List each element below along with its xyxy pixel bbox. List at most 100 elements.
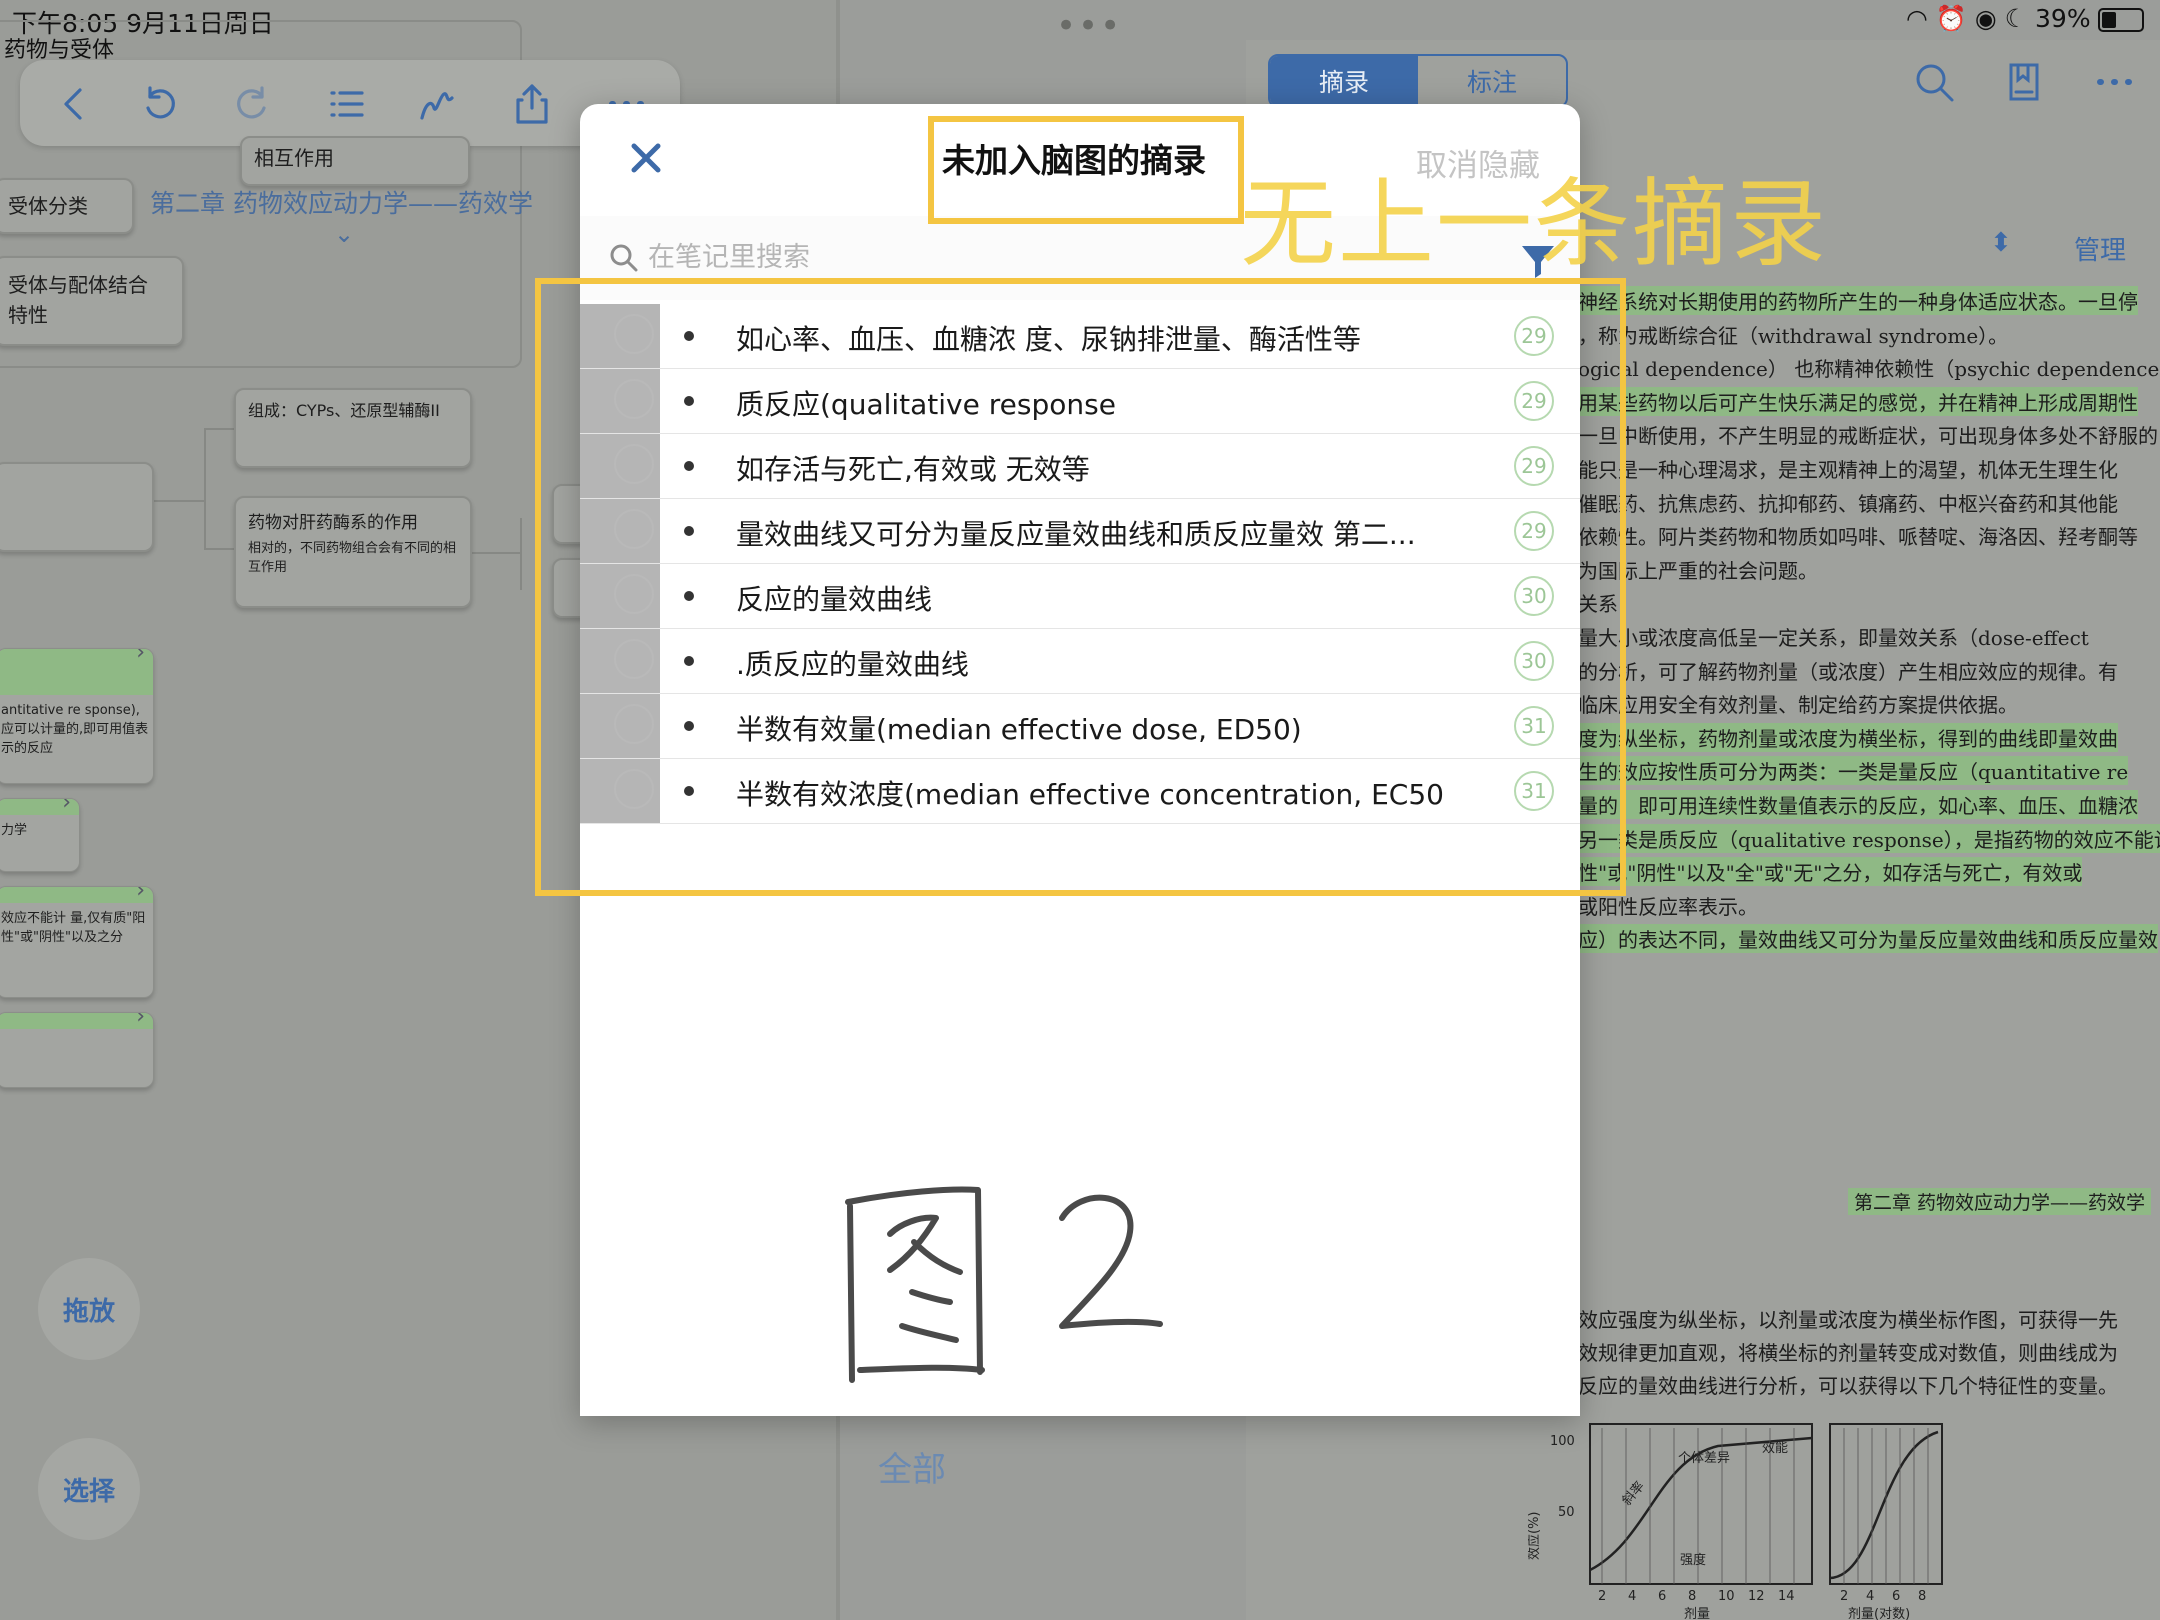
pdf-text-line[interactable]: 神经系统对长期使用的药物所产生的一种身体适应状态。一旦停 bbox=[1578, 286, 2138, 315]
pdf-text-line[interactable]: 催眠药、抗焦虑药、抗抑郁药、镇痛药、中枢兴奋药和其他能 bbox=[1578, 488, 2118, 517]
mindmap-node-empty[interactable] bbox=[0, 462, 154, 552]
graph-label-slope: 斜率 bbox=[1619, 1478, 1648, 1508]
more-icon[interactable] bbox=[2092, 60, 2136, 104]
graph-label-potency: 强度 bbox=[1680, 1552, 1706, 1568]
manage-button[interactable]: 管理 bbox=[2074, 230, 2126, 267]
node-label: 组成：CYPs、还原型辅酶II bbox=[248, 401, 440, 420]
pdf-text-line[interactable]: 效应强度为纵坐标，以剂量或浓度为横坐标作图，可获得一先 bbox=[1578, 1304, 2118, 1333]
close-icon[interactable] bbox=[624, 136, 668, 180]
mindmap-node-green[interactable] bbox=[0, 1012, 154, 1088]
tab-annotation[interactable]: 标注 bbox=[1418, 56, 1566, 106]
mindmap-node-composition[interactable]: 组成：CYPs、还原型辅酶II bbox=[234, 388, 472, 468]
mindmap-node-liver-enzyme[interactable]: 药物对肝药酶系的作用 相对的，不同药物组合会有不同的相互作用 bbox=[234, 496, 472, 608]
graph-label-efficacy: 效能 bbox=[1762, 1441, 1788, 1456]
all-filter-button[interactable]: 全部 bbox=[878, 1442, 946, 1491]
excerpt-annotation-segment: 摘录 标注 bbox=[1268, 54, 1568, 108]
pdf-text-line[interactable]: 一旦中断使用，不产生明显的戒断症状，可出现身体多处不舒服的 bbox=[1578, 420, 2158, 449]
node-label: 特性 bbox=[8, 303, 48, 327]
connector-line bbox=[204, 428, 206, 550]
connector-line bbox=[150, 500, 204, 502]
pdf-text-line[interactable]: 度为纵坐标，药物剂量或浓度为横坐标，得到的曲线即量效曲 bbox=[1578, 722, 2118, 752]
connector-line bbox=[204, 548, 234, 550]
node-color-bar bbox=[0, 649, 153, 695]
graph-x-ticks: 2 4 6 8 bbox=[1840, 1589, 1926, 1604]
node-note: 相对的，不同药物组合会有不同的相互作用 bbox=[248, 541, 457, 575]
pdf-text-line[interactable]: 应）的表达不同，量效曲线又可分为量反应量效曲线和质反应量效 bbox=[1578, 924, 2158, 954]
connector-line bbox=[470, 552, 522, 554]
pdf-text-line[interactable]: 另一类是质反应（qualitative response），是指药物的效应不能计 bbox=[1578, 823, 2160, 853]
graph-x-tick: 2 bbox=[1840, 1589, 1848, 1604]
graph-x-tick: 6 bbox=[1658, 1589, 1666, 1604]
pdf-text-line[interactable]: 反应的量效曲线进行分析，可以获得以下几个特征性的变量。 bbox=[1578, 1370, 2118, 1399]
graph-y-tick: 50 bbox=[1558, 1505, 1575, 1520]
pdf-text-line[interactable]: 的分析，可了解药物剂量（或浓度）产生相应效应的规律。有 bbox=[1578, 656, 2118, 685]
pdf-text-line[interactable]: 量大小或浓度高低呈一定关系，即量效关系（dose-effect bbox=[1578, 622, 2089, 651]
tab-excerpt[interactable]: 摘录 bbox=[1270, 56, 1418, 106]
select-button[interactable]: 选择 bbox=[38, 1438, 140, 1540]
graph-x-ticks: 2 4 6 8 10 12 14 bbox=[1598, 1589, 1795, 1604]
connector-line bbox=[520, 518, 522, 590]
sort-icon[interactable]: ⬍ bbox=[1990, 228, 2012, 258]
graph-x-tick: 6 bbox=[1892, 1589, 1900, 1604]
mindmap-node-green[interactable]: antitative re sponse),应可以计量的,即可用值表示的反应 bbox=[0, 648, 154, 784]
connector-line bbox=[204, 428, 234, 430]
node-color-bar bbox=[0, 887, 153, 903]
pdf-text-line[interactable]: 临床应用安全有效剂量、制定给药方案提供依据。 bbox=[1578, 689, 2018, 718]
graph-x-tick: 14 bbox=[1778, 1589, 1795, 1604]
mindmap-node-interaction[interactable]: 相互作用 bbox=[240, 136, 470, 186]
share-icon[interactable] bbox=[510, 82, 554, 126]
undo-icon[interactable] bbox=[138, 82, 182, 126]
graph-x-tick: 8 bbox=[1688, 1589, 1696, 1604]
pdf-text-line[interactable]: 依赖性。阿片类药物和物质如吗啡、哌替啶、海洛因、羟考酮等 bbox=[1578, 521, 2138, 550]
pdf-chapter-footer: 第二章 药物效应动力学——药效学 bbox=[1848, 1188, 2152, 1215]
search-icon[interactable] bbox=[1912, 60, 1956, 104]
mindmap-node-receptor-binding[interactable]: 受体与配体结合 特性 bbox=[0, 256, 184, 346]
mindmap-node-receptor-class[interactable]: 受体分类 bbox=[0, 178, 134, 234]
graph-x-tick: 10 bbox=[1718, 1589, 1735, 1604]
alarm-icon: ⏰ bbox=[1935, 4, 1967, 33]
node-label: 受体分类 bbox=[8, 194, 88, 218]
battery-icon bbox=[2098, 8, 2144, 32]
mindmap-node-green[interactable]: 力学 bbox=[0, 798, 80, 872]
battery-percent: 39% bbox=[2035, 4, 2091, 33]
chevron-down-icon[interactable]: ⌄ bbox=[334, 220, 354, 248]
pdf-text-line[interactable]: 量的，即可用连续性数量值表示的反应，如心率、血压、血糖浓 bbox=[1578, 790, 2138, 819]
node-label: 受体与配体结合 bbox=[8, 273, 148, 297]
drag-button[interactable]: 拖放 bbox=[38, 1258, 140, 1360]
pdf-text-line[interactable]: 用某些药物以后可产生快乐满足的感觉，并在精神上形成周期性 bbox=[1578, 386, 2138, 416]
node-label: 药物对肝药酶系的作用 bbox=[248, 513, 418, 533]
graph-x-label: 剂量(对数) bbox=[1848, 1607, 1910, 1620]
multitask-dots-icon[interactable]: ••• bbox=[1056, 6, 1122, 46]
pdf-text-line[interactable]: ogical dependence） 也称精神依赖性（psychic depen… bbox=[1578, 353, 2160, 382]
annotation-highlight-box bbox=[928, 116, 1244, 224]
status-icons: ◠ ⏰ ◉ ☾ 39% bbox=[1906, 4, 2091, 34]
lock-rotation-icon: ◉ bbox=[1974, 4, 1997, 33]
node-label: 力学 bbox=[1, 823, 28, 838]
graph-x-tick: 2 bbox=[1598, 1589, 1606, 1604]
graph-x-tick: 12 bbox=[1748, 1589, 1765, 1604]
pdf-text-line[interactable]: 能只是一种心理渴求，是主观精神上的渴望，机体无生理生化 bbox=[1578, 454, 2118, 483]
wifi-icon: ◠ bbox=[1906, 4, 1928, 33]
redo-icon[interactable] bbox=[230, 82, 274, 126]
node-color-bar bbox=[0, 1013, 153, 1029]
dose-response-figure: 效应(%) 100 50 斜率 个体差异 效能 强度 2 4 6 8 10 12 14 剂量… bbox=[1528, 1423, 1943, 1620]
pen-icon[interactable] bbox=[416, 82, 460, 126]
list-icon[interactable] bbox=[324, 82, 368, 126]
bookmark-icon[interactable] bbox=[2002, 60, 2046, 104]
graph-y-label: 效应(%) bbox=[1528, 1512, 1542, 1561]
graph-x-tick: 4 bbox=[1628, 1589, 1636, 1604]
node-label: 效应不能计 量,仅有质"阳性"或"阴性"以及之分 bbox=[1, 911, 146, 945]
pdf-text-line[interactable]: 性"或"阴性"以及"全"或"无"之分，如存活与死亡，有效或 bbox=[1578, 857, 2083, 887]
graph-x-label: 剂量 bbox=[1684, 1607, 1710, 1620]
node-label: 相互作用 bbox=[254, 146, 334, 170]
chapter-title[interactable]: 第二章 药物效应动力学——药效学 bbox=[150, 184, 533, 220]
pdf-text-line[interactable]: 效规律更加直观，将横坐标的剂量转变成对数值，则曲线成为 bbox=[1578, 1337, 2118, 1366]
graph-label-variation: 个体差异 bbox=[1678, 1451, 1730, 1466]
pdf-text-line[interactable]: 生的效应按性质可分为两类：一类是量反应（quantitative re bbox=[1578, 756, 2129, 786]
graph-y-tick: 100 bbox=[1550, 1434, 1575, 1449]
pdf-text-line[interactable]: ，称为戒断综合征（withdrawal syndrome）。 bbox=[1578, 320, 2008, 349]
mindmap-node-green[interactable]: 效应不能计 量,仅有质"阳性"或"阴性"以及之分 bbox=[0, 886, 154, 998]
search-icon bbox=[608, 242, 640, 274]
chevron-left-icon[interactable] bbox=[52, 82, 96, 126]
handwritten-figure-label bbox=[845, 1186, 1163, 1383]
